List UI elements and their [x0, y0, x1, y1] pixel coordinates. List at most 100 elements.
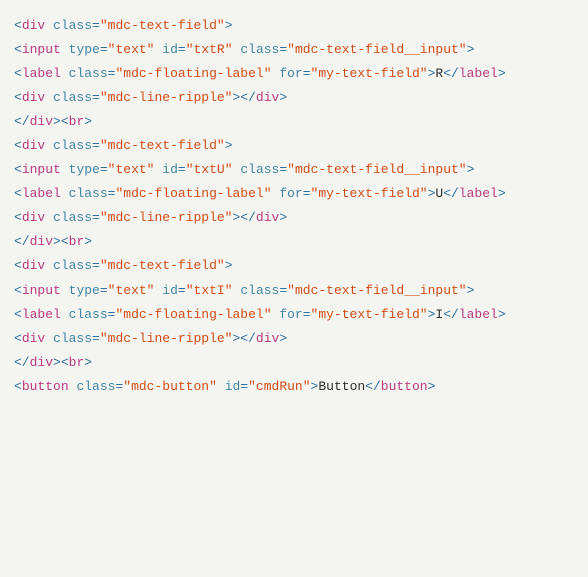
code-token: "txtU": [186, 162, 233, 177]
code-token: </: [240, 331, 256, 346]
code-token: "text": [108, 162, 155, 177]
code-token: </: [443, 307, 459, 322]
code-token: <: [61, 355, 69, 370]
code-line: <input type="text" id="txtU" class="mdc-…: [14, 158, 574, 182]
code-line: <label class="mdc-floating-label" for="m…: [14, 62, 574, 86]
code-token: "mdc-text-field": [100, 138, 225, 153]
code-token: div: [22, 210, 45, 225]
code-token: id: [162, 283, 178, 298]
code-line: <div class="mdc-text-field">: [14, 134, 574, 158]
code-token: input: [22, 283, 61, 298]
code-token: [61, 307, 69, 322]
code-token: =: [100, 283, 108, 298]
code-token: br: [69, 114, 85, 129]
code-token: div: [22, 258, 45, 273]
code-token: "mdc-floating-label": [115, 66, 271, 81]
code-token: </: [14, 355, 30, 370]
code-token: class: [240, 162, 279, 177]
code-token: <: [14, 331, 22, 346]
code-token: <: [14, 66, 22, 81]
code-token: id: [162, 42, 178, 57]
code-token: div: [256, 331, 279, 346]
code-token: input: [22, 162, 61, 177]
code-token: <: [14, 18, 22, 33]
code-token: label: [22, 307, 61, 322]
code-token: >: [467, 162, 475, 177]
code-token: </: [443, 186, 459, 201]
code-token: =: [279, 162, 287, 177]
code-line: <input type="text" id="txtI" class="mdc-…: [14, 279, 574, 303]
code-token: =: [240, 379, 248, 394]
code-token: "mdc-text-field": [100, 18, 225, 33]
code-line: </div><br>: [14, 230, 574, 254]
code-token: >: [498, 307, 506, 322]
code-token: <: [14, 283, 22, 298]
code-token: input: [22, 42, 61, 57]
code-token: </: [14, 234, 30, 249]
code-token: =: [178, 162, 186, 177]
code-token: "mdc-line-ripple": [100, 90, 233, 105]
code-token: </: [443, 66, 459, 81]
code-token: <: [61, 234, 69, 249]
code-token: =: [303, 186, 311, 201]
code-token: "my-text-field": [311, 186, 428, 201]
code-block: <div class="mdc-text-field"><input type=…: [14, 14, 574, 399]
code-token: >: [279, 90, 287, 105]
code-token: "mdc-text-field__input": [287, 162, 466, 177]
code-token: =: [178, 42, 186, 57]
code-token: </: [14, 114, 30, 129]
code-line: <div class="mdc-text-field">: [14, 14, 574, 38]
code-token: <: [14, 90, 22, 105]
code-token: class: [240, 42, 279, 57]
code-token: "mdc-button": [123, 379, 217, 394]
code-token: >: [225, 18, 233, 33]
code-token: =: [92, 90, 100, 105]
code-token: <: [14, 307, 22, 322]
code-token: class: [53, 210, 92, 225]
code-token: <: [14, 210, 22, 225]
code-token: class: [53, 18, 92, 33]
code-token: for: [279, 307, 302, 322]
code-token: =: [100, 42, 108, 57]
code-token: [45, 138, 53, 153]
code-token: "text": [108, 283, 155, 298]
code-line: <label class="mdc-floating-label" for="m…: [14, 303, 574, 327]
code-line: </div><br>: [14, 110, 574, 134]
code-token: >: [53, 355, 61, 370]
code-token: for: [279, 186, 302, 201]
code-token: "my-text-field": [311, 307, 428, 322]
code-token: [61, 283, 69, 298]
code-token: >: [225, 138, 233, 153]
code-token: "cmdRun": [248, 379, 310, 394]
code-token: div: [256, 90, 279, 105]
code-line: <div class="mdc-text-field">: [14, 254, 574, 278]
code-token: class: [76, 379, 115, 394]
code-line: <div class="mdc-line-ripple"></div>: [14, 86, 574, 110]
code-token: "mdc-text-field": [100, 258, 225, 273]
code-token: >: [53, 114, 61, 129]
code-token: "text": [108, 42, 155, 57]
code-token: <: [14, 379, 22, 394]
code-token: =: [279, 42, 287, 57]
code-token: =: [92, 210, 100, 225]
code-token: id: [225, 379, 241, 394]
code-token: [61, 162, 69, 177]
code-token: br: [69, 234, 85, 249]
code-token: >: [498, 186, 506, 201]
code-line: <div class="mdc-line-ripple"></div>: [14, 327, 574, 351]
code-token: label: [22, 186, 61, 201]
code-token: "mdc-text-field__input": [287, 42, 466, 57]
code-token: [45, 258, 53, 273]
code-token: =: [92, 258, 100, 273]
code-token: class: [69, 307, 108, 322]
code-token: >: [225, 258, 233, 273]
code-token: [45, 90, 53, 105]
code-token: div: [22, 138, 45, 153]
code-token: label: [459, 66, 498, 81]
code-token: </: [240, 210, 256, 225]
code-token: "txtR": [186, 42, 233, 57]
code-token: class: [53, 138, 92, 153]
code-token: <: [14, 42, 22, 57]
code-token: <: [14, 138, 22, 153]
code-token: =: [178, 283, 186, 298]
